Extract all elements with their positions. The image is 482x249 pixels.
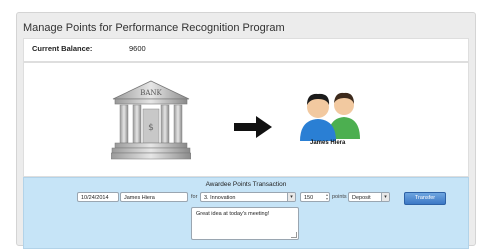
transaction-form: Awardee Points Transaction 10/24/2014 Ja… <box>23 177 469 249</box>
balance-label: Current Balance: <box>32 44 93 53</box>
date-value: 10/24/2014 <box>81 195 109 201</box>
transaction-type-value: Deposit <box>352 195 371 201</box>
points-stepper[interactable]: 150 ▴ ▾ <box>300 192 330 202</box>
date-input[interactable]: 10/24/2014 <box>77 192 119 202</box>
transaction-title: Awardee Points Transaction <box>205 181 287 188</box>
note-textarea[interactable]: Great idea at today's meeting! <box>191 207 299 240</box>
main-panel: Manage Points for Performance Recognitio… <box>16 12 476 249</box>
balance-box: Current Balance: 9600 <box>23 38 469 62</box>
awardee-value: James Hiera <box>124 195 155 201</box>
people-icon <box>300 92 360 141</box>
for-label: for <box>191 194 198 200</box>
resize-handle-icon[interactable] <box>291 232 297 238</box>
bank-building-icon: BANK $ <box>111 80 191 160</box>
note-text: Great idea at today's meeting! <box>196 211 270 217</box>
points-value: 150 <box>304 195 314 201</box>
illustration-area: BANK $ James Hiera <box>23 62 469 177</box>
points-label: points <box>332 194 347 200</box>
awardee-name-label: James Hiera <box>310 140 346 146</box>
transaction-type-select[interactable]: Deposit ▾ <box>348 192 390 202</box>
category-select[interactable]: 3. Innovation ▾ <box>200 192 296 202</box>
chevron-down-icon[interactable]: ▾ <box>287 193 295 201</box>
balance-value: 9600 <box>129 44 146 53</box>
bank-sign-text: BANK <box>140 89 162 97</box>
transfer-button[interactable]: Transfer <box>404 192 446 205</box>
svg-text:$: $ <box>148 123 154 133</box>
awardee-input[interactable]: James Hiera <box>120 192 188 202</box>
right-arrow-icon <box>234 116 272 138</box>
page-title: Manage Points for Performance Recognitio… <box>23 22 285 34</box>
chevron-down-icon[interactable]: ▾ <box>381 193 389 201</box>
category-value: 3. Innovation <box>204 195 236 201</box>
stepper-arrows-icon[interactable]: ▴ ▾ <box>326 193 328 201</box>
